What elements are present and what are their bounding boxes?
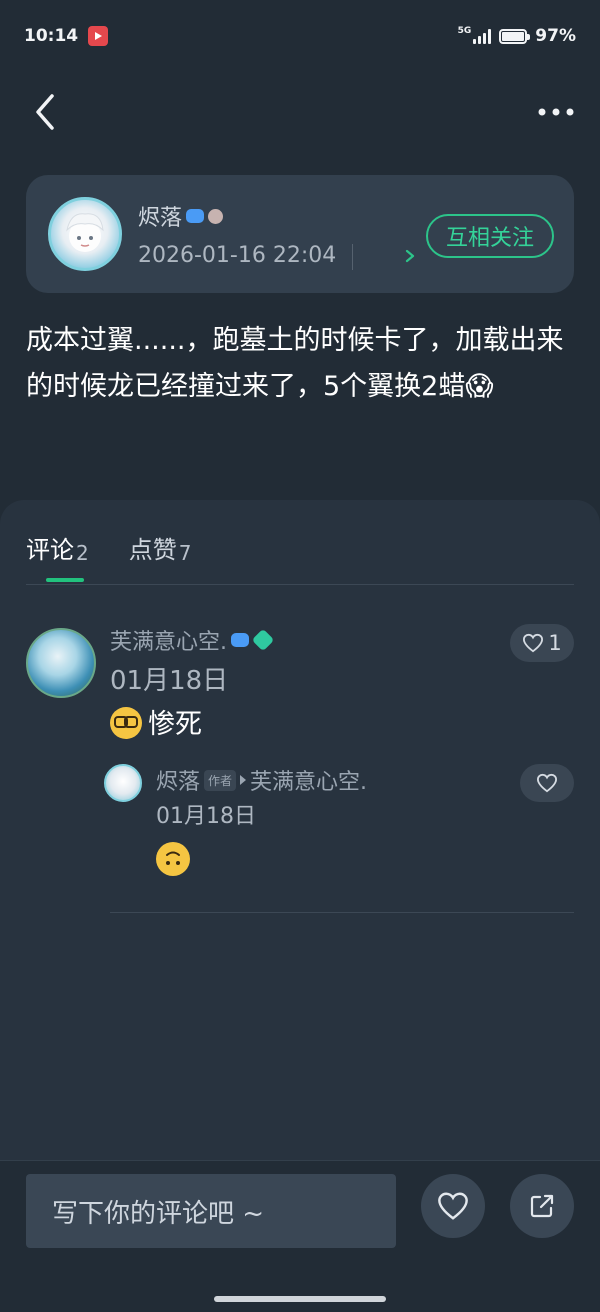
comment-date: 01月18日 [110, 666, 229, 696]
comment-like-count: 1 [548, 631, 562, 655]
tab-likes[interactable]: 点赞 7 [129, 530, 192, 565]
reply-to-name[interactable]: 芙满意心空. [250, 764, 367, 796]
commenter-avatar[interactable] [26, 628, 96, 698]
chevron-left-icon [36, 94, 54, 130]
gamepad-badge-icon [231, 633, 249, 647]
battery-percent: 97% [535, 26, 576, 46]
status-bar: 10:14 5G 97% [0, 0, 600, 72]
screen-record-icon [88, 26, 109, 46]
reply-header: 烬落 作者 芙满意心空. [156, 764, 367, 796]
reply-arrow-icon [240, 775, 247, 785]
author-avatar[interactable] [48, 197, 122, 271]
tab-likes-label: 点赞 [128, 536, 177, 564]
more-button[interactable] [534, 94, 578, 130]
author-name-row[interactable]: 烬落 [138, 200, 224, 232]
battery-fill [502, 31, 524, 41]
divider [110, 912, 574, 913]
back-button[interactable] [28, 90, 68, 134]
tab-comments-label: 评论 [26, 536, 74, 564]
reply-author-name[interactable]: 烬落 [156, 764, 200, 796]
chevron-right-icon [405, 249, 415, 263]
gamepad-badge-icon [186, 209, 205, 223]
heart-icon [438, 1192, 468, 1220]
nav-bar [0, 80, 600, 144]
follow-button[interactable]: 互相关注 [426, 214, 554, 258]
network-label: 5G [457, 26, 472, 36]
tab-comments[interactable]: 评论 2 [26, 530, 89, 565]
upside-down-face-emoji-icon [156, 842, 190, 876]
tab-likes-count: 7 [178, 541, 192, 565]
heart-icon [523, 633, 544, 653]
home-indicator[interactable] [214, 1296, 386, 1302]
status-time: 10:14 [24, 26, 79, 46]
active-tab-indicator [46, 578, 84, 582]
level-badge-icon [208, 208, 224, 224]
post-text: 成本过翼......，跑墓土的时候卡了，加载出来的时候龙已经撞过来了，5个翼换2… [26, 325, 564, 402]
commenter-name[interactable]: 芙满意心空. [110, 624, 227, 656]
comment-text: 惨死 [148, 709, 202, 740]
divider [26, 584, 574, 585]
reply-date: 01月18日 [156, 804, 256, 829]
battery-icon [499, 28, 531, 44]
comments-panel [0, 500, 600, 1180]
tab-comments-count: 2 [76, 541, 89, 565]
post-timestamp: 2026-01-16 22:04 [138, 243, 337, 268]
share-icon [530, 1194, 554, 1218]
like-post-button[interactable] [421, 1174, 485, 1238]
author-name[interactable]: 烬落 [138, 200, 182, 232]
level-badge-icon [251, 628, 275, 652]
author-tag: 作者 [204, 769, 237, 791]
comment-text-row: 惨死 [110, 702, 202, 741]
nerd-face-emoji-icon [110, 707, 142, 739]
commenter-name-row[interactable]: 芙满意心空. [110, 624, 275, 656]
divider [352, 244, 353, 270]
status-indicators: 5G 97% [458, 26, 576, 46]
heart-icon [536, 773, 558, 793]
reply-avatar[interactable] [104, 764, 142, 802]
tab-bar: 评论 2 点赞 7 [26, 530, 191, 565]
comment-input[interactable]: 写下你的评论吧 ~ [26, 1174, 396, 1248]
avatar-character-icon [66, 213, 104, 252]
share-button[interactable] [510, 1174, 574, 1238]
more-horizontal-icon [538, 108, 574, 116]
comment-like-button[interactable]: 1 [510, 624, 574, 662]
signal-icon [473, 28, 492, 44]
reply-like-button[interactable] [520, 764, 574, 802]
